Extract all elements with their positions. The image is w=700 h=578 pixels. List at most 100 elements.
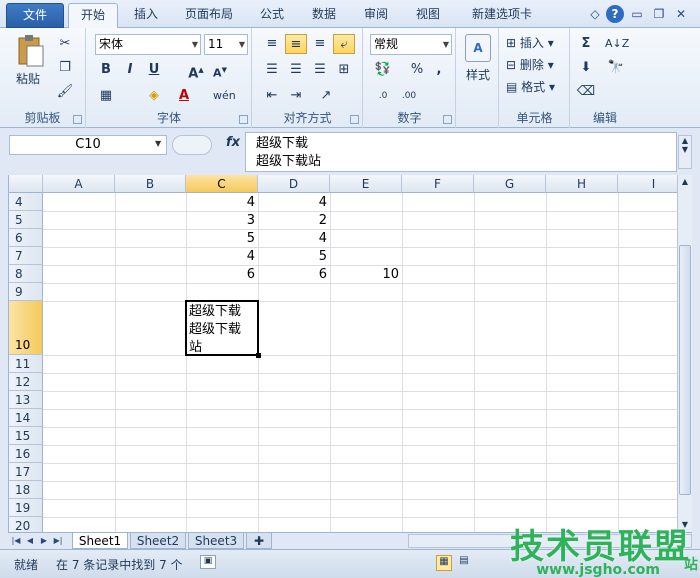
cell-e8[interactable]: 10	[330, 266, 402, 283]
row-header-8[interactable]: 8	[9, 265, 43, 283]
merge-center-icon[interactable]: ⊞	[333, 60, 355, 80]
sheet-tab-sheet1[interactable]: Sheet1	[72, 533, 128, 549]
font-name-select[interactable]: 宋体 ▼	[95, 34, 201, 55]
tab-view[interactable]: 视图	[408, 3, 448, 28]
cell-d6[interactable]: 4	[258, 230, 330, 247]
column-header-b[interactable]: B	[115, 175, 186, 193]
row-header-9[interactable]: 9	[9, 283, 43, 301]
column-header-i[interactable]: I	[618, 175, 677, 193]
collapse-ribbon-icon[interactable]: ◇	[586, 5, 604, 23]
italic-button[interactable]: I	[119, 60, 141, 80]
font-size-select[interactable]: 11 ▼	[204, 34, 248, 55]
clipboard-launcher-icon[interactable]	[73, 115, 82, 124]
restore-icon[interactable]: ❐	[650, 5, 668, 23]
column-header-f[interactable]: F	[402, 175, 474, 193]
align-left-icon[interactable]: ☰	[261, 60, 283, 80]
insert-function-button[interactable]: fx	[226, 135, 240, 150]
column-header-h[interactable]: H	[546, 175, 618, 193]
fill-color-icon[interactable]: ◈	[143, 86, 165, 106]
formula-bar-splitter[interactable]	[172, 135, 212, 155]
styles-button[interactable]: 样式	[459, 66, 497, 83]
copy-icon[interactable]: ❐	[54, 58, 76, 78]
tab-review[interactable]: 审阅	[356, 3, 396, 28]
insert-sheet-icon[interactable]: ✚	[246, 533, 272, 549]
cell-d7[interactable]: 5	[258, 248, 330, 265]
formula-input[interactable]: 超级下载 超级下载站	[245, 132, 677, 172]
tab-insert[interactable]: 插入	[128, 3, 164, 28]
border-icon[interactable]: ▦	[95, 86, 117, 106]
column-header-a[interactable]: A	[43, 175, 115, 193]
increase-indent-icon[interactable]: ⇥	[285, 86, 307, 106]
decrease-decimal-icon[interactable]: .00	[398, 86, 420, 106]
cell-d4[interactable]: 4	[258, 194, 330, 211]
page-layout-view-icon[interactable]: ▤	[456, 555, 472, 571]
vertical-scroll-thumb[interactable]	[679, 245, 691, 495]
cell-c7[interactable]: 4	[186, 248, 258, 265]
autosum-button[interactable]: Σ	[575, 34, 597, 54]
row-header-12[interactable]: 12	[9, 373, 43, 391]
chevron-down-icon[interactable]: ▼	[155, 139, 161, 148]
row-header-16[interactable]: 16	[9, 445, 43, 463]
wrap-text-icon[interactable]: ⤶	[333, 34, 355, 54]
worksheet-grid[interactable]: A B C D E F G H I 4 5 6 7 8 9 10 11 12 1…	[8, 175, 677, 532]
next-sheet-icon[interactable]: ▶	[38, 534, 50, 548]
number-launcher-icon[interactable]	[443, 115, 452, 124]
vertical-scrollbar[interactable]: ▲ ▼	[677, 175, 692, 532]
row-header-17[interactable]: 17	[9, 463, 43, 481]
format-painter-icon[interactable]: 🖌	[54, 82, 76, 102]
phonetic-icon[interactable]: wén	[213, 86, 236, 106]
first-sheet-icon[interactable]: |◀	[10, 534, 22, 548]
grow-font-icon[interactable]: A▲	[185, 60, 207, 81]
row-header-20[interactable]: 20	[9, 517, 43, 532]
sort-filter-icon[interactable]: A↓Z	[605, 34, 629, 54]
cell-c6[interactable]: 5	[186, 230, 258, 247]
row-header-15[interactable]: 15	[9, 427, 43, 445]
select-all-corner[interactable]	[9, 175, 43, 193]
scroll-up-icon[interactable]: ▲	[678, 175, 692, 189]
format-cells-button[interactable]: ▤ 格式 ▾	[506, 78, 566, 95]
insert-cells-button[interactable]: ⊞ 插入 ▾	[506, 34, 566, 51]
currency-icon[interactable]: 💱	[372, 60, 394, 80]
prev-sheet-icon[interactable]: ◀	[24, 534, 36, 548]
column-header-d[interactable]: D	[258, 175, 330, 193]
last-sheet-icon[interactable]: ▶|	[52, 534, 64, 548]
alignment-launcher-icon[interactable]	[350, 115, 359, 124]
row-header-6[interactable]: 6	[9, 229, 43, 247]
formula-scroll[interactable]: ▲ ▼	[678, 135, 692, 169]
paste-icon[interactable]	[10, 34, 50, 70]
fill-handle[interactable]	[256, 353, 261, 358]
align-middle-icon[interactable]: ≡	[285, 34, 307, 54]
find-select-icon[interactable]: 🔭	[605, 58, 627, 78]
column-header-e[interactable]: E	[330, 175, 402, 193]
cut-icon[interactable]: ✂	[54, 34, 76, 54]
cell-c5[interactable]: 3	[186, 212, 258, 229]
row-header-13[interactable]: 13	[9, 391, 43, 409]
delete-cells-button[interactable]: ⊟ 删除 ▾	[506, 56, 566, 73]
row-header-11[interactable]: 11	[9, 355, 43, 373]
align-top-icon[interactable]: ≡	[261, 34, 283, 54]
font-color-icon[interactable]: A	[173, 86, 195, 106]
shrink-font-icon[interactable]: A▼	[209, 60, 231, 80]
number-format-select[interactable]: 常规 ▼	[370, 34, 452, 55]
close-icon[interactable]: ✕	[672, 5, 690, 23]
column-header-g[interactable]: G	[474, 175, 546, 193]
font-launcher-icon[interactable]	[239, 115, 248, 124]
tab-new-tab[interactable]: 新建选项卡	[460, 3, 544, 28]
cell-d8[interactable]: 6	[258, 266, 330, 283]
orientation-icon[interactable]: ↗	[315, 86, 337, 106]
decrease-indent-icon[interactable]: ⇤	[261, 86, 283, 106]
tab-formulas[interactable]: 公式	[252, 3, 292, 28]
align-bottom-icon[interactable]: ≡	[309, 34, 331, 54]
styles-icon[interactable]: A	[465, 34, 491, 62]
name-box[interactable]: C10	[9, 135, 167, 155]
cell-c8[interactable]: 6	[186, 266, 258, 283]
row-header-19[interactable]: 19	[9, 499, 43, 517]
row-header-5[interactable]: 5	[9, 211, 43, 229]
tab-data[interactable]: 数据	[304, 3, 344, 28]
cell-c4[interactable]: 4	[186, 194, 258, 211]
row-header-7[interactable]: 7	[9, 247, 43, 265]
underline-button[interactable]: U	[143, 60, 165, 80]
fill-icon[interactable]: ⬇	[575, 58, 597, 78]
paste-button[interactable]: 粘贴	[10, 70, 46, 87]
increase-decimal-icon[interactable]: .0	[372, 86, 394, 106]
